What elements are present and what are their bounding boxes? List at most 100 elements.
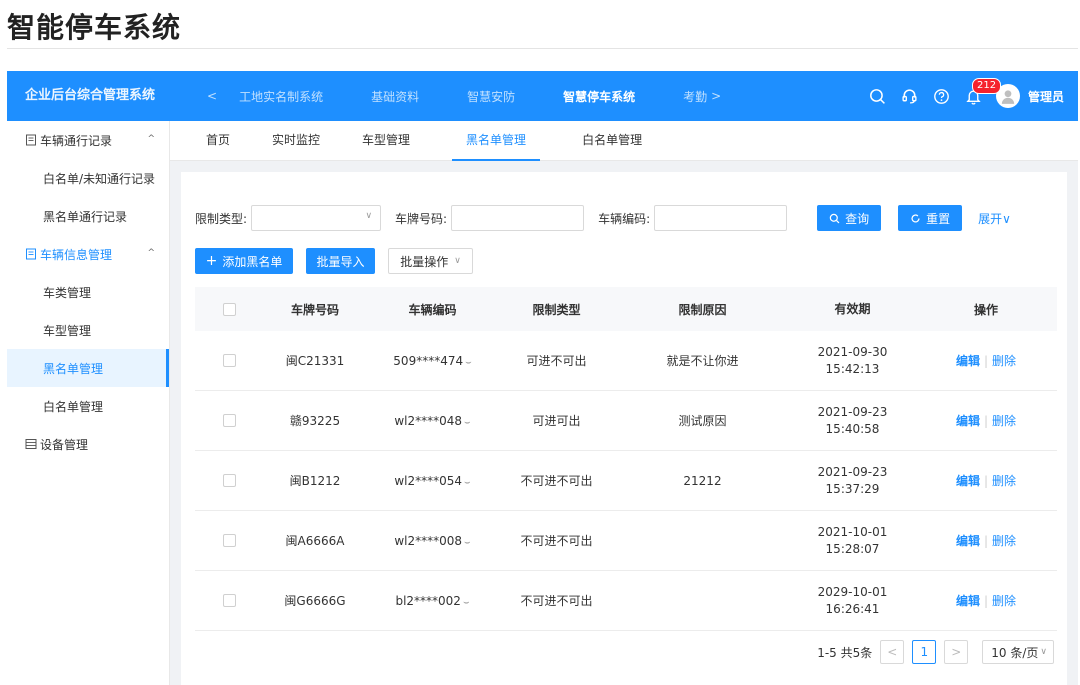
cell-operations: 编辑 | 删除 xyxy=(915,412,1057,429)
username[interactable]: 管理员 xyxy=(1028,88,1064,105)
page-tabs: 首页 实时监控 车型管理 黑名单管理 白名单管理 xyxy=(170,121,1078,161)
nav-item-parking[interactable]: 智慧停车系统 xyxy=(563,88,635,105)
eye-closed-icon[interactable]: ⌣ xyxy=(464,537,471,548)
cell-valid-until: 2021-09-23 15:37:29 xyxy=(790,464,915,498)
batch-import-button[interactable]: 批量导入 xyxy=(306,248,375,274)
sidebar-group-vehicle-records[interactable]: 车辆通行记录 ^ xyxy=(7,121,169,159)
search-icon[interactable] xyxy=(868,86,888,106)
edit-link[interactable]: 编辑 xyxy=(956,474,980,488)
refresh-icon xyxy=(911,213,920,223)
sidebar-group-devices[interactable]: 设备管理 xyxy=(7,425,169,463)
bell-icon[interactable]: 212 xyxy=(964,78,1002,106)
sidebar-group-label: 车辆通行记录 xyxy=(40,133,113,148)
reset-button[interactable]: 重置 xyxy=(898,205,963,231)
valid-time: 15:37:29 xyxy=(825,481,880,496)
eye-closed-icon[interactable]: ⌣ xyxy=(464,477,471,488)
sidebar-item-whitelist[interactable]: 白名单管理 xyxy=(7,387,169,425)
header-limit-type: 限制类型 xyxy=(532,302,581,317)
tab-blacklist[interactable]: 黑名单管理 xyxy=(431,121,561,161)
vehicle-code-text: bl2****002 xyxy=(395,593,461,608)
row-checkbox[interactable] xyxy=(222,354,236,367)
support-icon[interactable] xyxy=(900,86,920,106)
header-vehicle-code: 车辆编码 xyxy=(408,302,457,317)
vehicle-code-input[interactable] xyxy=(654,205,788,231)
edit-link[interactable]: 编辑 xyxy=(956,594,980,608)
valid-time: 15:28:07 xyxy=(825,541,880,556)
sidebar-group-label: 车辆信息管理 xyxy=(40,247,113,262)
sidebar-item-vehicle-model[interactable]: 车型管理 xyxy=(7,311,169,349)
header-valid-until: 有效期 xyxy=(834,301,871,316)
prev-page-button[interactable]: < xyxy=(880,640,905,664)
sidebar-item-blacklist-records[interactable]: 黑名单通行记录 xyxy=(7,197,169,235)
search-button[interactable]: 查询 xyxy=(817,205,882,231)
topbar-right: 212 管理员 xyxy=(856,71,1064,121)
nav-next-arrow[interactable]: > xyxy=(711,89,721,103)
delete-link[interactable]: 删除 xyxy=(992,474,1016,488)
chevron-up-icon: ^ xyxy=(147,248,155,258)
row-checkbox-cell xyxy=(195,354,263,367)
valid-date: 2021-09-30 xyxy=(817,344,888,359)
tab-live-monitor[interactable]: 实时监控 xyxy=(251,121,341,161)
tab-home[interactable]: 首页 xyxy=(170,121,251,161)
delete-link[interactable]: 删除 xyxy=(992,594,1016,608)
eye-closed-icon[interactable]: ⌣ xyxy=(463,597,470,608)
vehicle-code-text: wl2****054 xyxy=(394,473,463,488)
page-button-current[interactable]: 1 xyxy=(912,640,937,664)
nav-item-basic-data[interactable]: 基础资料 xyxy=(371,88,419,105)
chevron-down-icon: ∨ xyxy=(365,211,373,221)
divider: | xyxy=(983,474,989,488)
cell-plate: 闽G6666G xyxy=(284,594,346,608)
page-size-select[interactable]: 10 条/页 ∨ xyxy=(982,640,1054,664)
tab-blacklist-label: 黑名单管理 xyxy=(452,121,541,161)
tab-whitelist[interactable]: 白名单管理 xyxy=(561,121,663,161)
pagination: 1-5 共5条 < 1 > 10 条/页 ∨ xyxy=(817,640,1054,664)
row-checkbox[interactable] xyxy=(222,534,236,547)
cell-vehicle-code: wl2****008 ⌣ xyxy=(367,534,498,548)
nav-prev-arrow[interactable]: < xyxy=(207,89,217,103)
nav-item-security[interactable]: 智慧安防 xyxy=(467,88,515,105)
nav-item-worker-system[interactable]: 工地实名制系统 xyxy=(239,88,323,105)
chevron-down-icon: ∨ xyxy=(1002,211,1011,226)
table-row: 闽G6666G bl2****002 ⌣ 不可进不可出 2029-10-01 16:… xyxy=(195,571,1057,631)
edit-link[interactable]: 编辑 xyxy=(956,534,980,548)
edit-link[interactable]: 编辑 xyxy=(956,414,980,428)
cell-limit-type: 可进可出 xyxy=(532,414,581,428)
chevron-left-icon: < xyxy=(887,645,898,659)
delete-link[interactable]: 删除 xyxy=(992,354,1016,368)
select-all-checkbox[interactable] xyxy=(222,302,236,316)
cell-limit-type: 不可进不可出 xyxy=(520,534,593,548)
batch-operation-dropdown[interactable]: 批量操作 ∨ xyxy=(388,248,473,274)
plate-label: 车牌号码: xyxy=(395,211,448,226)
action-bar: + 添加黑名单 批量导入 批量操作 ∨ xyxy=(195,248,473,274)
eye-closed-icon[interactable]: ⌣ xyxy=(464,417,471,428)
add-blacklist-label: 添加黑名单 xyxy=(222,254,283,269)
limit-type-select[interactable]: ∨ xyxy=(251,205,382,231)
row-checkbox[interactable] xyxy=(222,414,236,427)
expand-toggle[interactable]: 展开∨ xyxy=(978,210,1011,227)
search-button-label: 查询 xyxy=(845,211,870,226)
add-blacklist-button[interactable]: + 添加黑名单 xyxy=(195,248,293,274)
valid-date: 2029-10-01 xyxy=(817,584,888,599)
sidebar-item-vehicle-class[interactable]: 车类管理 xyxy=(7,273,169,311)
row-checkbox[interactable] xyxy=(222,474,236,487)
sidebar-item-whitelist-records[interactable]: 白名单/未知通行记录 xyxy=(7,159,169,197)
edit-link[interactable]: 编辑 xyxy=(956,354,980,368)
sidebar-group-vehicle-info[interactable]: 车辆信息管理 ^ xyxy=(7,235,169,273)
row-checkbox[interactable] xyxy=(222,594,236,607)
nav-item-attendance[interactable]: 考勤 xyxy=(683,88,707,105)
notification-badge: 212 xyxy=(971,78,1002,94)
plate-input[interactable] xyxy=(451,205,585,231)
eye-closed-icon[interactable]: ⌣ xyxy=(465,357,472,368)
cell-limit-reason: 测试原因 xyxy=(678,414,727,428)
sidebar-item-blacklist[interactable]: 黑名单管理 xyxy=(7,349,169,387)
tab-vehicle-model[interactable]: 车型管理 xyxy=(341,121,431,161)
page-size-label: 10 条/页 xyxy=(991,645,1039,660)
help-icon[interactable] xyxy=(932,86,952,106)
next-page-button[interactable]: > xyxy=(944,640,969,664)
divider: | xyxy=(983,354,989,368)
delete-link[interactable]: 删除 xyxy=(992,534,1016,548)
cell-operations: 编辑 | 删除 xyxy=(915,592,1057,609)
row-checkbox-cell xyxy=(195,474,263,487)
delete-link[interactable]: 删除 xyxy=(992,414,1016,428)
divider: | xyxy=(983,414,989,428)
